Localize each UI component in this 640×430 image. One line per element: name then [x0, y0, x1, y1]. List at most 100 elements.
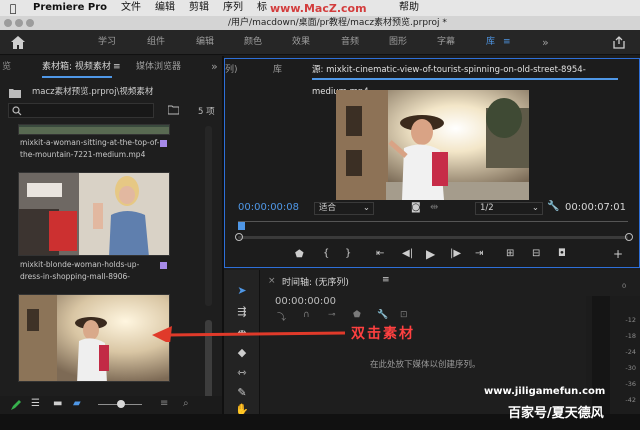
add-marker-icon[interactable]: ⬟: [353, 310, 361, 320]
close-tab-icon[interactable]: ×: [268, 276, 276, 286]
pen-tool-icon[interactable]: ✎: [232, 386, 252, 399]
workspace-learn[interactable]: 学习: [98, 30, 116, 55]
tab-library[interactable]: 库: [273, 59, 282, 81]
list-view-icon[interactable]: ☰: [31, 398, 40, 409]
tab-more[interactable]: »: [211, 56, 218, 78]
meter-tick: -30: [625, 364, 636, 372]
zoom-slider-thumb[interactable]: [117, 400, 125, 408]
clip-name-line1: mixkit-blonde-woman-holds-up-: [20, 260, 140, 269]
search-icon: [12, 106, 22, 116]
tab-program-partial[interactable]: 列): [225, 59, 238, 81]
meter-tick: -12: [625, 316, 636, 324]
menu-clip[interactable]: 剪辑: [182, 0, 216, 16]
apple-icon[interactable]: : [0, 2, 26, 15]
camera-icon[interactable]: ◘: [558, 248, 566, 259]
menu-app[interactable]: Premiere Pro: [26, 0, 114, 16]
active-tab-underline: [312, 78, 618, 80]
resolution-select[interactable]: 1/2 ⌄: [475, 202, 543, 215]
linked-icon[interactable]: ⊸: [328, 310, 336, 320]
label-color-badge: [160, 262, 167, 269]
resolution-select-value: 1/2: [480, 203, 494, 213]
minimize-window-icon[interactable]: [15, 19, 23, 27]
fit-icon[interactable]: ⇹: [430, 202, 438, 213]
scroll-handle-right[interactable]: [625, 233, 633, 241]
marker-icon[interactable]: ⬟: [295, 249, 304, 260]
chevron-down-icon: ⌄: [362, 203, 370, 213]
annotation-label: 双击素材: [351, 326, 415, 342]
annotation-arrow: [152, 326, 345, 342]
menu-help[interactable]: 帮助: [392, 0, 426, 16]
tools-panel: ➤ ⇶ ⇼ ◆ ⇿ ✎ ✋: [224, 270, 260, 416]
pencil-icon[interactable]: [10, 400, 22, 411]
track-select-tool-icon[interactable]: ⇶: [232, 305, 252, 318]
sort-icon[interactable]: ≡: [160, 398, 168, 409]
workspace-more[interactable]: »: [542, 30, 549, 55]
tab-bin-menu[interactable]: ≡: [113, 56, 121, 78]
slip-tool-icon[interactable]: ⇿: [232, 366, 252, 379]
insert-icon[interactable]: ⊞: [506, 248, 514, 259]
timeline-tab[interactable]: 时间轴: (无序列): [282, 275, 349, 288]
mark-out-icon[interactable]: }: [345, 248, 351, 259]
share-icon[interactable]: [612, 36, 626, 49]
scrollbar-track[interactable]: [205, 126, 212, 306]
playhead-timecode[interactable]: 00:00:00:08: [238, 202, 299, 213]
meter-tick: -36: [625, 380, 636, 388]
workspace-captions[interactable]: 字幕: [437, 30, 455, 55]
zoom-select[interactable]: 适合 ⌄: [314, 202, 374, 215]
freeform-view-icon[interactable]: ▰: [73, 398, 81, 409]
time-ruler[interactable]: [238, 221, 628, 222]
menu-edit[interactable]: 编辑: [148, 0, 182, 16]
playhead-marker[interactable]: [238, 222, 245, 230]
overwrite-icon[interactable]: ⊟: [532, 248, 540, 259]
app-window:  Premiere Pro 文件 编辑 剪辑 序列 标 帮助 www.MacZ…: [0, 0, 640, 430]
clip-thumbnail-mountain[interactable]: [18, 124, 170, 135]
close-window-icon[interactable]: [4, 19, 12, 27]
step-back-icon[interactable]: ◀|: [402, 248, 413, 259]
workspace-effects[interactable]: 效果: [292, 30, 310, 55]
home-icon[interactable]: [10, 35, 26, 50]
clip-thumbnail-tourist[interactable]: [18, 294, 170, 382]
duration-timecode: 00:00:07:01: [565, 202, 627, 213]
icon-view-icon[interactable]: ▬: [53, 398, 62, 409]
overlay-credit: 百家号/夏天德风: [508, 406, 604, 421]
clip-name-line1: mixkit-a-woman-sitting-at-the-top-of-: [20, 138, 160, 147]
razor-tool-icon[interactable]: ◆: [232, 346, 252, 359]
play-icon[interactable]: ▶: [426, 247, 435, 261]
selection-tool-icon[interactable]: ➤: [232, 284, 252, 297]
workspace-graphics[interactable]: 图形: [389, 30, 407, 55]
workspace-libraries[interactable]: 库: [486, 30, 495, 55]
tab-media-browser[interactable]: 媒体浏览器: [136, 56, 181, 78]
wrench-icon[interactable]: 🔧: [547, 201, 559, 212]
timeline-tab-menu[interactable]: ≡: [382, 275, 390, 285]
new-bin-icon[interactable]: [168, 104, 179, 115]
menu-sequence[interactable]: 序列: [216, 0, 250, 16]
wrench-icon[interactable]: 🔧: [377, 310, 388, 320]
tab-bin[interactable]: 素材箱: 视频素材: [42, 56, 111, 78]
find-icon[interactable]: ⌕: [183, 398, 189, 409]
menu-file[interactable]: 文件: [114, 0, 148, 16]
add-marker-icon[interactable]: ◙: [411, 202, 421, 213]
zoom-select-value: 适合: [319, 203, 337, 213]
add-button-icon[interactable]: +: [613, 247, 623, 261]
go-to-out-icon[interactable]: ⇥: [475, 248, 483, 259]
go-to-in-icon[interactable]: ⇤: [376, 248, 384, 259]
tab-prev[interactable]: 览: [2, 56, 11, 78]
workspace-audio[interactable]: 音频: [341, 30, 359, 55]
snap-icon[interactable]: ∩: [303, 310, 310, 320]
scroll-handle-left[interactable]: [235, 233, 243, 241]
captions-icon[interactable]: ⊡: [400, 310, 408, 320]
workspace-color[interactable]: 颜色: [244, 30, 262, 55]
label-color-badge: [160, 140, 167, 147]
step-forward-icon[interactable]: |▶: [450, 248, 461, 259]
clip-name-line2: the-mountain-7221-medium.mp4: [20, 150, 146, 159]
workspace-menu-icon[interactable]: ≡: [503, 30, 511, 55]
mark-in-icon[interactable]: {: [323, 248, 329, 259]
zoom-scrollbar[interactable]: [238, 236, 628, 239]
search-input[interactable]: [8, 103, 154, 118]
bin-path: macz素材预览.prproj\视频素材: [32, 87, 154, 97]
clip-thumbnail-shopping[interactable]: [18, 172, 170, 256]
workspace-editing[interactable]: 编辑: [196, 30, 214, 55]
zoom-window-icon[interactable]: [26, 19, 34, 27]
workspace-assembly[interactable]: 组件: [147, 30, 165, 55]
item-count: 5 项: [198, 107, 215, 117]
